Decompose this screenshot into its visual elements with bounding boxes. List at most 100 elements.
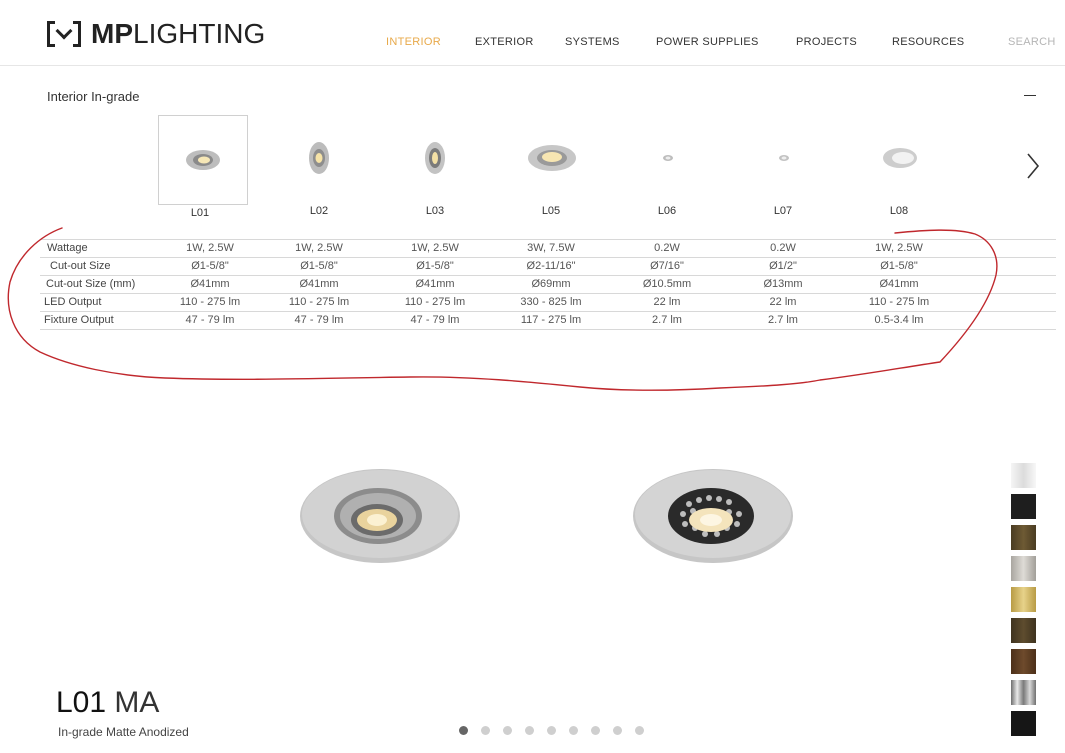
logo-mark-icon xyxy=(47,21,81,47)
spec-label: LED Output xyxy=(44,296,102,308)
spec-cell: Ø1/2" xyxy=(769,260,797,272)
brand-logo[interactable]: MPLIGHTING xyxy=(47,20,265,48)
spec-cell: 110 - 275 lm xyxy=(868,296,930,308)
search-link[interactable]: SEARCH xyxy=(1008,36,1056,48)
product-model: L01 xyxy=(56,686,107,719)
site-header: MPLIGHTING INTERIOR EXTERIOR SYSTEMS POW… xyxy=(0,0,1065,66)
chevron-right-icon[interactable] xyxy=(1022,150,1042,182)
spec-cell: Ø2-11/16" xyxy=(526,260,576,272)
finish-swatch-matte-black[interactable] xyxy=(1011,711,1036,736)
carousel-dot-9[interactable] xyxy=(635,726,644,735)
minus-icon[interactable] xyxy=(1024,95,1036,96)
product-thumb-l01[interactable] xyxy=(158,115,248,205)
carousel-dots xyxy=(459,726,657,735)
spec-cell: 3W, 7.5W xyxy=(527,242,575,254)
product-thumb-l05[interactable] xyxy=(506,115,596,205)
spec-cell: 110 - 275 lm xyxy=(288,296,350,308)
spec-cell: Ø10.5mm xyxy=(642,278,692,290)
fixture-l02-icon xyxy=(309,142,329,174)
product-code[interactable]: L03 xyxy=(405,205,465,217)
nav-power-supplies[interactable]: POWER SUPPLIES xyxy=(656,36,759,48)
spec-cell: Ø1-5/8" xyxy=(300,260,338,272)
product-image-adjustable xyxy=(300,469,460,563)
carousel-dot-8[interactable] xyxy=(613,726,622,735)
spec-label: Cut-out Size xyxy=(50,260,111,272)
finish-swatch-bronze[interactable] xyxy=(1011,525,1036,550)
spec-label: Fixture Output xyxy=(44,314,114,326)
spec-cell: 0.2W xyxy=(654,242,680,254)
fixture-l03-icon xyxy=(425,142,445,174)
spec-row-cutout-mm: Cut-out Size (mm) Ø41mm Ø41mm Ø41mm Ø69m… xyxy=(40,276,1056,294)
nav-interior[interactable]: INTERIOR xyxy=(386,36,441,48)
spec-cell: 1W, 2.5W xyxy=(875,242,923,254)
product-code[interactable]: L02 xyxy=(289,205,349,217)
spec-cell: Ø1-5/8" xyxy=(416,260,454,272)
fixture-l07-icon xyxy=(779,155,789,161)
spec-cell: 47 - 79 lm xyxy=(185,314,235,326)
product-thumb-l06[interactable] xyxy=(622,115,712,205)
finish-swatch-dark-bronze[interactable] xyxy=(1011,618,1036,643)
spec-cell: 47 - 79 lm xyxy=(294,314,344,326)
product-code[interactable]: L01 xyxy=(170,207,230,219)
nav-projects[interactable]: PROJECTS xyxy=(796,36,857,48)
spec-cell: 47 - 79 lm xyxy=(410,314,460,326)
spec-cell: 110 - 275 lm xyxy=(179,296,241,308)
nav-systems[interactable]: SYSTEMS xyxy=(565,36,620,48)
spec-cell: 2.7 lm xyxy=(768,314,798,326)
carousel-dot-6[interactable] xyxy=(569,726,578,735)
spec-cell: 1W, 2.5W xyxy=(186,242,234,254)
annotation-circle xyxy=(7,227,998,391)
carousel-dot-7[interactable] xyxy=(591,726,600,735)
product-description: In-grade Matte Anodized xyxy=(58,725,189,739)
finish-swatch-satin-nickel[interactable] xyxy=(1011,556,1036,581)
product-code[interactable]: L07 xyxy=(753,205,813,217)
spec-label: Cut-out Size (mm) xyxy=(46,278,136,290)
product-thumb-l08[interactable] xyxy=(854,115,944,205)
spec-cell: Ø7/16" xyxy=(650,260,684,272)
spec-cell: Ø41mm xyxy=(879,278,919,290)
carousel-dot-5[interactable] xyxy=(547,726,556,735)
spec-cell: 22 lm xyxy=(653,296,681,308)
fixture-l08-icon xyxy=(883,148,917,168)
spec-cell: 1W, 2.5W xyxy=(295,242,343,254)
fixture-l05-icon xyxy=(528,145,576,171)
spec-cell: Ø41mm xyxy=(415,278,455,290)
product-image-honeycomb xyxy=(633,469,793,563)
finish-swatch-brass[interactable] xyxy=(1011,587,1036,612)
product-title: L01 MA xyxy=(56,686,159,720)
carousel-dot-2[interactable] xyxy=(481,726,490,735)
spec-cell: Ø13mm xyxy=(763,278,803,290)
finish-swatch-black[interactable] xyxy=(1011,494,1036,519)
spec-row-wattage: Wattage 1W, 2.5W 1W, 2.5W 1W, 2.5W 3W, 7… xyxy=(40,240,1056,258)
nav-resources[interactable]: RESOURCES xyxy=(892,36,964,48)
finish-swatch-white[interactable] xyxy=(1011,463,1036,488)
spec-cell: Ø1-5/8" xyxy=(191,260,229,272)
spec-cell: 22 lm xyxy=(769,296,797,308)
product-thumb-l03[interactable] xyxy=(390,115,480,205)
spec-cell: 2.7 lm xyxy=(652,314,682,326)
product-thumb-l07[interactable] xyxy=(738,115,828,205)
finish-swatch-chrome[interactable] xyxy=(1011,680,1036,705)
spec-row-cutout: Cut-out Size Ø1-5/8" Ø1-5/8" Ø1-5/8" Ø2-… xyxy=(40,258,1056,276)
nav-exterior[interactable]: EXTERIOR xyxy=(475,36,534,48)
carousel-dot-3[interactable] xyxy=(503,726,512,735)
spec-row-led-output: LED Output 110 - 275 lm 110 - 275 lm 110… xyxy=(40,294,1056,312)
carousel-dot-4[interactable] xyxy=(525,726,534,735)
brand-name: MPLIGHTING xyxy=(91,18,266,49)
spec-cell: 330 - 825 lm xyxy=(520,296,582,308)
fixture-l06-icon xyxy=(663,155,673,161)
spec-cell: 0.2W xyxy=(770,242,796,254)
spec-cell: 110 - 275 lm xyxy=(404,296,466,308)
product-code[interactable]: L08 xyxy=(869,205,929,217)
finish-swatch-copper[interactable] xyxy=(1011,649,1036,674)
spec-cell: 117 - 275 lm xyxy=(520,314,582,326)
spec-cell: Ø1-5/8" xyxy=(880,260,918,272)
product-code[interactable]: L05 xyxy=(521,205,581,217)
product-thumb-l02[interactable] xyxy=(274,115,364,205)
fixture-l01-icon xyxy=(186,150,220,170)
spec-cell: Ø69mm xyxy=(531,278,571,290)
product-code[interactable]: L06 xyxy=(637,205,697,217)
spec-cell: 0.5-3.4 lm xyxy=(874,314,924,326)
spec-label: Wattage xyxy=(47,242,88,254)
carousel-dot-1[interactable] xyxy=(459,726,468,735)
